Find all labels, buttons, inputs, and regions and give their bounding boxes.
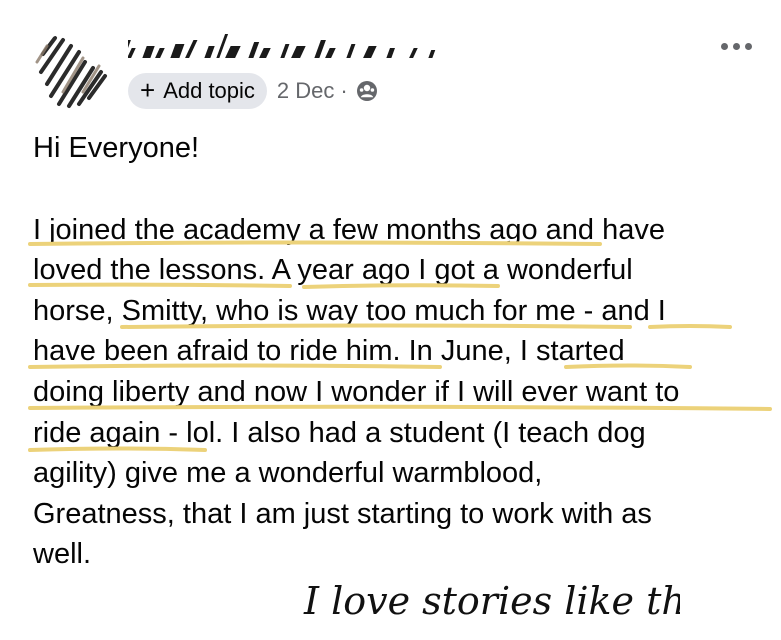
more-options-button[interactable] [712, 32, 760, 60]
post-text-line: Greatness, that I am just starting to wo… [33, 497, 652, 530]
more-horizontal-icon-dot [744, 42, 752, 50]
redacted-author-name[interactable] [128, 26, 468, 62]
post-text-line: loved the lessons. A year ago I got a wo… [33, 254, 633, 287]
add-topic-label: Add topic [163, 78, 255, 103]
post-text-line: ride again - lol. I also had a student (… [33, 416, 646, 449]
post-meta: + Add topic 2 Dec · [128, 72, 378, 110]
handwritten-comment: I love stories like this! [303, 579, 680, 623]
avatar[interactable] [33, 32, 111, 110]
plus-icon: + [140, 75, 156, 105]
post-text-line: well. [33, 538, 92, 571]
post-timestamp[interactable]: 2 Dec [277, 78, 334, 104]
post-text-line: have been afraid to ride him. In June, I… [33, 335, 625, 368]
handwritten-comment-text: I love stories like this! [303, 579, 680, 623]
group-privacy-icon[interactable] [356, 80, 378, 102]
post-text-line: doing liberty and now I wonder if I will… [33, 375, 680, 408]
add-topic-button[interactable]: + Add topic [128, 73, 267, 109]
post-text-line: horse, Smitty, who is way too much for m… [33, 294, 666, 327]
post-text-line: I joined the academy a few months ago an… [33, 213, 665, 246]
post-text-line: agility) give me a wonderful warmblood, [33, 457, 543, 490]
redacted-avatar-icon [33, 32, 111, 110]
more-horizontal-icon-dot [732, 42, 740, 50]
more-horizontal-icon [720, 42, 728, 50]
meta-separator: · [340, 78, 348, 103]
post-text-line: Hi Everyone! [33, 132, 200, 164]
post-body: Hi Everyone! I joined the academy a few … [33, 128, 773, 575]
